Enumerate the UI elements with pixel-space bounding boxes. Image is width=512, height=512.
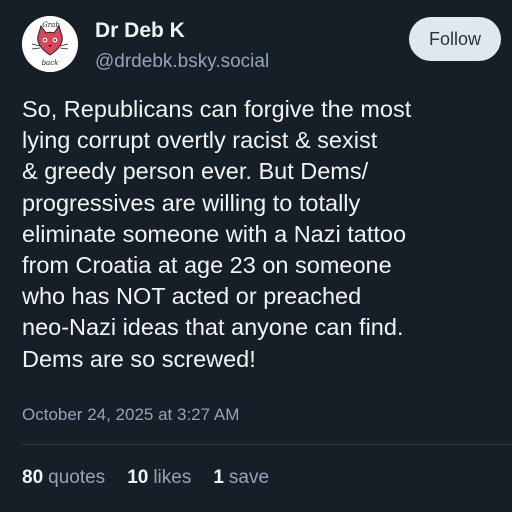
post-text-line: eliminate someone with a Nazi tattoo [22,220,407,247]
post-stats: 80 quotes 10 likes 1 save [22,467,269,489]
display-name[interactable]: Dr Deb K [95,19,185,43]
saves-count: 1 [213,467,224,488]
post-text: So, Republicans can forgive the most lyi… [22,94,492,375]
post-card: Grab back Dr Deb K @drdebk.bsky.social F… [0,0,512,512]
post-timestamp[interactable]: October 24, 2025 at 3:27 AM [22,405,239,425]
divider [22,444,512,445]
post-text-line: neo-Nazi ideas that anyone can find. [22,314,404,341]
post-text-line: who has NOT acted or preached [22,283,362,310]
likes-count: 10 [127,467,149,488]
saves-label: save [228,467,270,488]
handle[interactable]: @drdebk.bsky.social [95,51,269,73]
post-text-line: lying corrupt overtly racist & sexist [22,127,378,154]
post-text-line: from Croatia at age 23 on someone [22,252,392,279]
avatar[interactable]: Grab back [22,16,78,72]
post-text-line: So, Republicans can forgive the most [22,96,412,122]
post-text-line: progressives are willing to totally [22,189,361,216]
saves-stat[interactable]: 1 save [213,467,269,489]
post-text-line: & greedy person ever. But Dems/ [22,158,369,185]
cat-face-icon: Grab back [22,16,78,72]
quotes-count: 80 [22,467,44,488]
avatar-text-top: Grab [42,21,60,29]
follow-button[interactable]: Follow [409,17,501,61]
likes-label: likes [153,467,192,488]
likes-stat[interactable]: 10 likes [127,467,191,489]
post-text-line: Dems are so screwed! [22,345,256,372]
avatar-text-bottom: back [42,59,59,67]
quotes-label: quotes [48,467,106,488]
quotes-stat[interactable]: 80 quotes [22,467,105,489]
